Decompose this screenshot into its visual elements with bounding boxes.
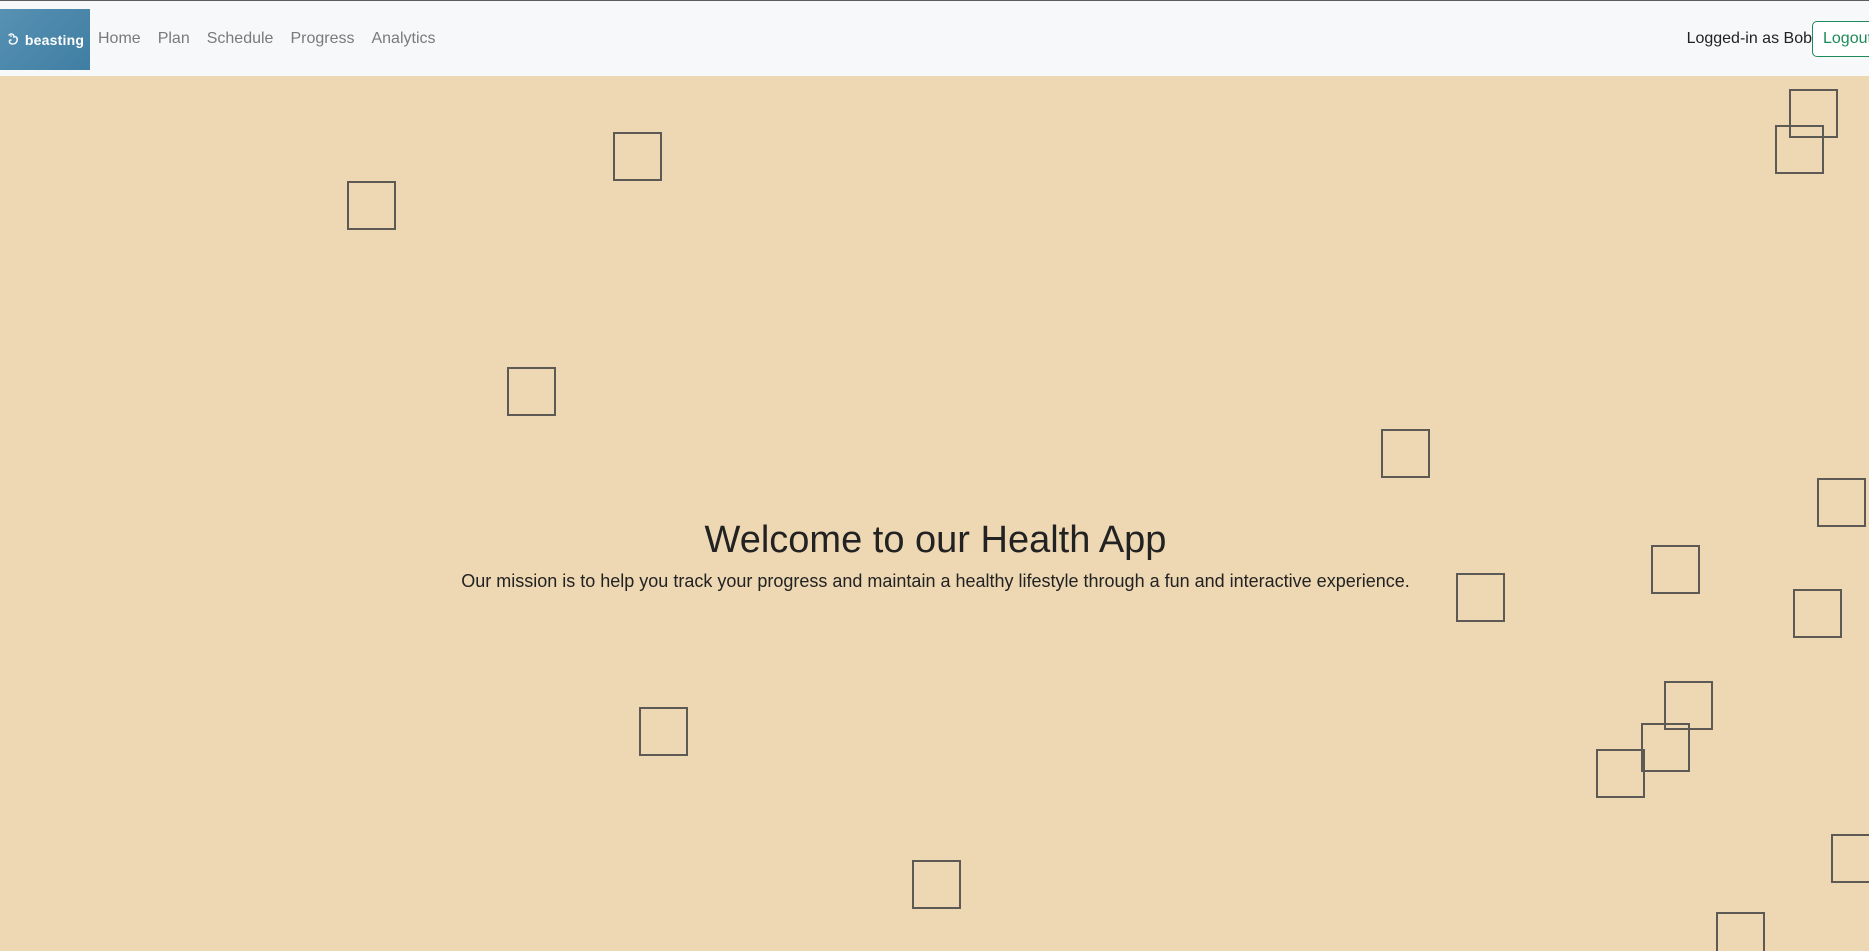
nav-links: Home Plan Schedule Progress Analytics — [98, 1, 453, 77]
top-navbar: beasting Home Plan Schedule Progress Ana… — [0, 0, 1869, 76]
nav-link-plan[interactable]: Plan — [158, 30, 190, 48]
decor-square — [912, 860, 961, 909]
decor-square — [1793, 589, 1842, 638]
nav-link-analytics[interactable]: Analytics — [371, 30, 435, 48]
bird-icon — [6, 32, 22, 48]
app-logo[interactable]: beasting — [0, 9, 90, 70]
logged-in-user-label: Logged-in as Bob — [1686, 30, 1812, 47]
nav-link-progress[interactable]: Progress — [290, 30, 354, 48]
page: beasting Home Plan Schedule Progress Ana… — [0, 0, 1869, 951]
decor-square — [507, 367, 556, 416]
logout-button[interactable]: Logout — [1812, 21, 1869, 57]
decor-square — [639, 707, 688, 756]
hero-subtitle: Our mission is to help you track your pr… — [461, 571, 1410, 591]
decor-square — [613, 132, 662, 181]
decor-square — [1596, 749, 1645, 798]
nav-link-schedule[interactable]: Schedule — [207, 30, 274, 48]
hero-section: Welcome to our Health App Our mission is… — [0, 515, 1869, 593]
decor-square — [1775, 125, 1824, 174]
decor-square — [1381, 429, 1430, 478]
decor-square — [347, 181, 396, 230]
nav-link-home[interactable]: Home — [98, 30, 141, 48]
decor-square — [1831, 834, 1869, 883]
logo-text: beasting — [24, 31, 85, 48]
decor-square — [1641, 723, 1690, 772]
decor-square — [1716, 912, 1765, 951]
hero-title: Welcome to our Health App — [704, 519, 1167, 561]
